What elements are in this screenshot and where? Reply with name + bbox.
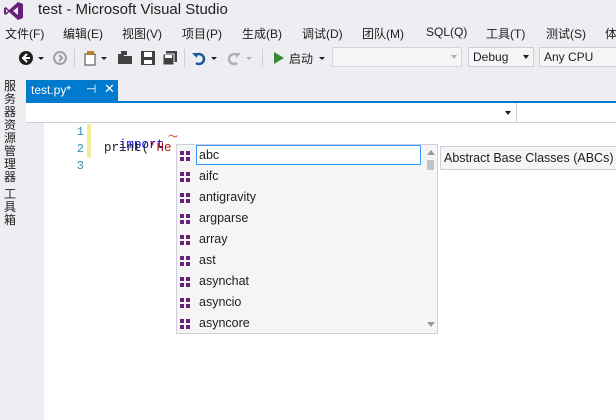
menu-file[interactable]: 文件(F) bbox=[5, 25, 44, 42]
completion-item-label: asyncore bbox=[199, 316, 250, 330]
editor-margin bbox=[26, 123, 44, 420]
start-button[interactable]: 启动 bbox=[289, 50, 313, 67]
chevron-down-icon bbox=[451, 55, 457, 59]
window-title: test - Microsoft Visual Studio bbox=[38, 1, 228, 18]
module-icon bbox=[180, 277, 190, 287]
scroll-down-icon[interactable] bbox=[427, 322, 435, 327]
platform-value: Any CPU bbox=[544, 50, 594, 64]
back-dropdown-icon[interactable] bbox=[37, 50, 45, 66]
module-icon bbox=[180, 298, 190, 308]
chevron-down-icon[interactable] bbox=[505, 111, 511, 115]
completion-item-label: array bbox=[199, 232, 228, 246]
line-number: 3 bbox=[76, 159, 84, 173]
menu-build[interactable]: 生成(B) bbox=[242, 25, 282, 42]
code-line-2[interactable]: print('He bbox=[104, 141, 172, 155]
completion-item-label: aifc bbox=[199, 169, 219, 183]
server-explorer-tab[interactable]: 服务器资源管理器 bbox=[4, 80, 18, 184]
tab-test-py[interactable]: test.py* ⊣ ✕ bbox=[26, 80, 118, 102]
module-icon bbox=[180, 319, 190, 329]
start-icon[interactable] bbox=[271, 50, 287, 66]
solution-config-value: Debug bbox=[473, 50, 509, 64]
class-dropdown[interactable] bbox=[26, 103, 517, 122]
new-dropdown-icon[interactable] bbox=[100, 50, 108, 66]
menu-view[interactable]: 视图(V) bbox=[122, 25, 162, 42]
toolbox-tab[interactable]: 工具箱 bbox=[4, 188, 18, 227]
chevron-down-icon bbox=[523, 55, 529, 59]
redo-icon bbox=[227, 52, 241, 66]
solution-config-combo[interactable]: Debug bbox=[468, 47, 534, 67]
completion-item-label: abc bbox=[199, 148, 220, 162]
menu-test[interactable]: 测试(S) bbox=[546, 25, 586, 42]
visual-studio-logo-icon bbox=[4, 2, 23, 20]
menu-debug[interactable]: 调试(D) bbox=[302, 25, 343, 42]
platform-combo[interactable]: Any CPU bbox=[539, 47, 616, 67]
menu-tools[interactable]: 工具(T) bbox=[486, 25, 525, 42]
menu-project[interactable]: 项目(P) bbox=[182, 25, 222, 42]
module-icon bbox=[180, 214, 190, 224]
completion-item-label: asyncio bbox=[199, 295, 242, 309]
line-number: 2 bbox=[76, 142, 84, 156]
tab-label: test.py* bbox=[31, 83, 72, 97]
back-icon[interactable] bbox=[18, 50, 34, 66]
toolbar-separator bbox=[262, 49, 263, 67]
completion-item-label: asynchat bbox=[199, 274, 250, 288]
completion-item-label: ast bbox=[199, 253, 216, 267]
print-call: print( bbox=[104, 141, 150, 155]
undo-icon[interactable] bbox=[191, 50, 207, 66]
change-tracking-bar bbox=[87, 124, 91, 158]
selected-completion-highlight bbox=[196, 145, 421, 165]
debug-target-combo bbox=[332, 47, 462, 67]
menu-sql[interactable]: SQL(Q) bbox=[426, 25, 467, 39]
start-dropdown-icon[interactable] bbox=[318, 50, 326, 66]
completion-item-label: antigravity bbox=[199, 190, 256, 204]
module-icon bbox=[180, 172, 190, 182]
menu-edit[interactable]: 编辑(E) bbox=[63, 25, 103, 42]
menu-team[interactable]: 团队(M) bbox=[362, 25, 404, 42]
forward-icon bbox=[53, 51, 67, 65]
completion-tooltip: Abstract Base Classes (ABCs) bbox=[440, 146, 616, 170]
menu-bar: 文件(F) 编辑(E) 视图(V) 项目(P) 生成(B) 调试(D) 团队(M… bbox=[0, 22, 616, 44]
new-project-icon[interactable] bbox=[82, 50, 98, 66]
scroll-thumb[interactable] bbox=[427, 160, 434, 170]
toolbar-separator bbox=[184, 49, 185, 67]
pin-icon[interactable]: ⊣ bbox=[86, 82, 96, 96]
line-number: 1 bbox=[76, 125, 84, 139]
string-literal: 'He bbox=[149, 141, 172, 155]
undo-dropdown-icon[interactable] bbox=[210, 50, 218, 66]
open-file-icon[interactable] bbox=[117, 50, 133, 66]
menu-more[interactable]: 体 bbox=[605, 25, 616, 42]
completion-item-label: argparse bbox=[199, 211, 249, 225]
module-icon bbox=[180, 235, 190, 245]
toolbar-separator bbox=[74, 49, 75, 67]
completion-scrollbar[interactable] bbox=[425, 146, 436, 332]
module-icon bbox=[180, 256, 190, 266]
module-icon bbox=[180, 193, 190, 203]
save-all-icon[interactable] bbox=[162, 50, 178, 66]
scroll-up-icon[interactable] bbox=[427, 150, 435, 155]
close-icon[interactable]: ✕ bbox=[104, 81, 115, 97]
save-icon[interactable] bbox=[140, 50, 156, 66]
module-icon bbox=[180, 151, 190, 161]
redo-dropdown-icon bbox=[246, 57, 252, 60]
